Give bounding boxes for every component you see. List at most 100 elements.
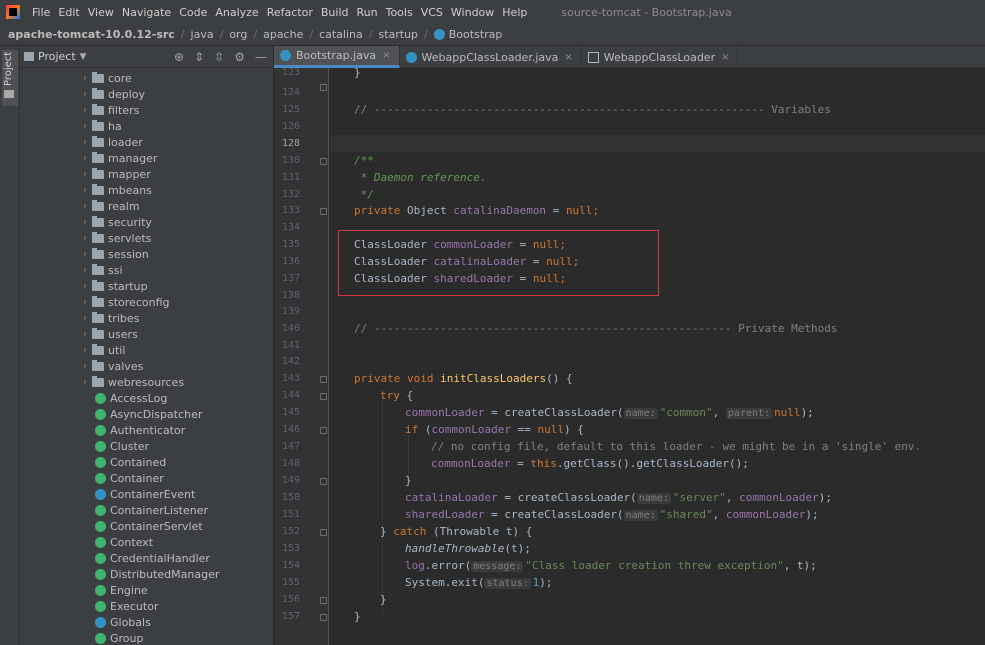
chevron-right-icon[interactable]: › [78,185,92,196]
tree-item[interactable]: › util [78,342,125,358]
menu-vcs[interactable]: VCS [417,6,447,19]
tree-item[interactable]: Authenticator [95,422,185,438]
tree-item[interactable]: › security [78,214,152,230]
collapse-all-icon[interactable]: ⇳ [214,50,224,64]
line-number-gutter[interactable]: 123 124 125 126 128 130 131 132 133 134 135 136 137 1… [274,67,329,645]
tree-item[interactable]: › filters [78,102,139,118]
chevron-right-icon[interactable]: › [78,249,92,260]
chevron-right-icon[interactable]: › [78,281,92,292]
tree-item[interactable]: › ha [78,118,122,134]
chevron-right-icon[interactable]: › [78,361,92,372]
menu-refactor[interactable]: Refactor [263,6,317,19]
chevron-right-icon[interactable]: › [78,89,92,100]
locate-icon[interactable]: ⊕ [174,50,184,64]
chevron-right-icon[interactable]: › [78,153,92,164]
close-icon[interactable]: × [564,52,572,63]
breadcrumb-catalina[interactable]: catalina [319,28,363,41]
tree-item[interactable]: ContainerServlet [95,518,203,534]
tab-webappclassloader-java[interactable]: WebappClassLoader.java × [400,46,582,68]
tree-item[interactable]: › deploy [78,86,145,102]
chevron-right-icon[interactable]: › [78,265,92,276]
fold-marker-icon[interactable] [320,393,327,400]
breadcrumb-apache[interactable]: apache [263,28,303,41]
tree-item[interactable]: › storeconfig [78,294,169,310]
tree-item[interactable]: Context [95,534,153,550]
fold-marker-icon[interactable] [320,84,327,91]
tree-item[interactable]: › session [78,246,149,262]
menu-run[interactable]: Run [353,6,382,19]
fold-marker-icon[interactable] [320,597,327,604]
code-editor[interactable]: } // -----------------------------------… [330,68,985,645]
chevron-right-icon[interactable]: › [78,345,92,356]
tree-item[interactable]: › mbeans [78,182,152,198]
breadcrumb-org[interactable]: org [229,28,247,41]
menu-build[interactable]: Build [317,6,353,19]
tree-item[interactable]: Group [95,630,144,645]
menu-window[interactable]: Window [447,6,498,19]
chevron-right-icon[interactable]: › [78,137,92,148]
tree-item[interactable]: Executor [95,598,158,614]
tree-item[interactable]: › webresources [78,374,184,390]
minimize-icon[interactable]: — [255,50,267,64]
fold-marker-icon[interactable] [320,376,327,383]
chevron-right-icon[interactable]: › [78,297,92,308]
tree-item[interactable]: › startup [78,278,148,294]
close-icon[interactable]: × [721,52,729,63]
tree-item[interactable]: CredentialHandler [95,550,210,566]
tree-item[interactable]: Contained [95,454,166,470]
expand-all-icon[interactable]: ⇕ [194,50,204,64]
tree-item[interactable]: AsyncDispatcher [95,406,202,422]
menu-edit[interactable]: Edit [54,6,83,19]
tree-item[interactable]: › loader [78,134,143,150]
chevron-right-icon[interactable]: › [78,169,92,180]
chevron-right-icon[interactable]: › [78,121,92,132]
breadcrumb-java[interactable]: java [191,28,214,41]
menu-analyze[interactable]: Analyze [211,6,262,19]
fold-marker-icon[interactable] [320,478,327,485]
chevron-right-icon[interactable]: › [78,377,92,388]
gear-icon[interactable]: ⚙ [234,50,245,64]
tree-item[interactable]: DistributedManager [95,566,219,582]
close-icon[interactable]: × [382,50,390,61]
tree-item[interactable]: › core [78,70,132,86]
tree-item[interactable]: › manager [78,150,157,166]
tree-item[interactable]: Cluster [95,438,149,454]
chevron-right-icon[interactable]: › [78,313,92,324]
chevron-right-icon[interactable]: › [78,329,92,340]
breadcrumb-project[interactable]: apache-tomcat-10.0.12-src [8,28,175,41]
tree-item[interactable]: › valves [78,358,143,374]
chevron-right-icon[interactable]: › [78,105,92,116]
tree-item[interactable]: Engine [95,582,148,598]
chevron-down-icon[interactable]: ▼ [80,52,87,62]
tree-item[interactable]: › ssi [78,262,123,278]
tree-item[interactable]: › realm [78,198,140,214]
tree-item[interactable]: › servlets [78,230,151,246]
tree-item[interactable]: Globals [95,614,151,630]
tree-item[interactable]: › users [78,326,138,342]
menu-tools[interactable]: Tools [382,6,417,19]
project-view-selector[interactable]: Project [38,50,76,63]
fold-marker-icon[interactable] [320,614,327,621]
menu-help[interactable]: Help [498,6,531,19]
chevron-right-icon[interactable]: › [78,217,92,228]
chevron-right-icon[interactable]: › [78,201,92,212]
menu-view[interactable]: View [84,6,118,19]
breadcrumb-startup[interactable]: startup [378,28,418,41]
fold-marker-icon[interactable] [320,208,327,215]
tree-item[interactable]: › tribes [78,310,139,326]
chevron-right-icon[interactable]: › [78,73,92,84]
tree-item[interactable]: AccessLog [95,390,167,406]
menu-navigate[interactable]: Navigate [118,6,175,19]
menu-code[interactable]: Code [175,6,211,19]
tree-item[interactable]: ContainerListener [95,502,208,518]
chevron-right-icon[interactable]: › [78,233,92,244]
menu-file[interactable]: File [28,6,54,19]
breadcrumb-current[interactable]: Bootstrap [449,28,503,41]
tree-item[interactable]: ContainerEvent [95,486,195,502]
fold-marker-icon[interactable] [320,529,327,536]
tree-item[interactable]: › mapper [78,166,151,182]
tree-item[interactable]: Container [95,470,164,486]
fold-marker-icon[interactable] [320,158,327,165]
fold-marker-icon[interactable] [320,427,327,434]
tab-webappclassloader-structure[interactable]: WebappClassLoader × [582,46,739,68]
